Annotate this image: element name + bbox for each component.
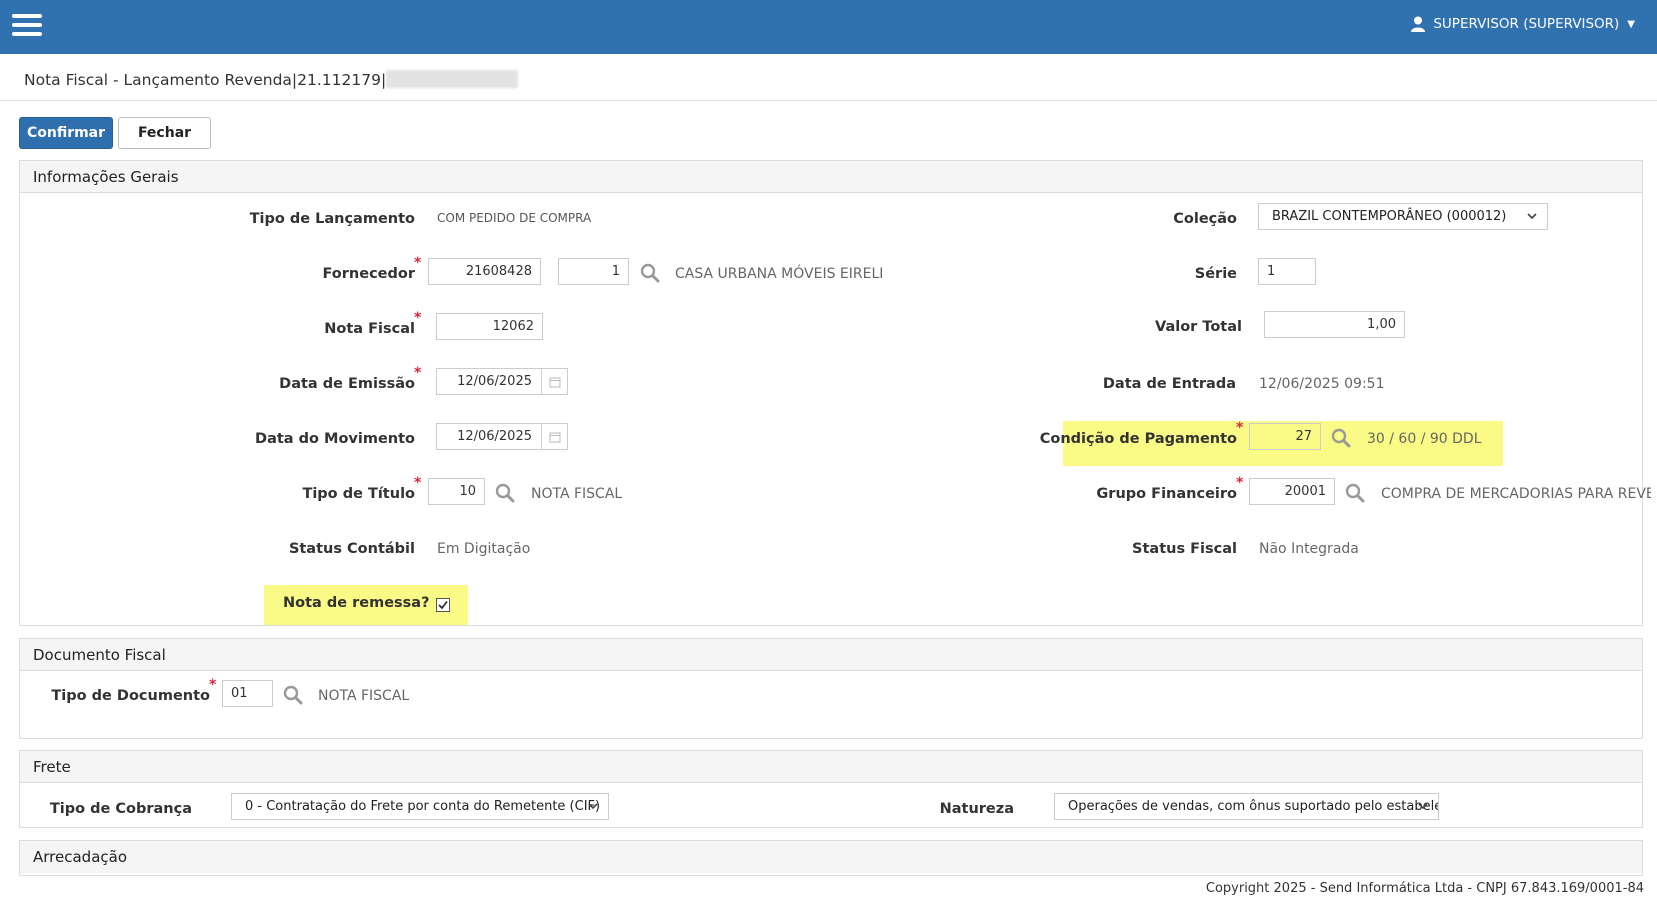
data-movimento-label: Data do Movimento [255, 431, 415, 447]
caret-down-icon: ▼ [1627, 18, 1635, 30]
required-marker: * [414, 255, 422, 271]
calendar-icon[interactable] [541, 424, 567, 449]
condicao-label: Condição de Pagamento [1039, 431, 1237, 447]
data-movimento-input[interactable]: 12/06/2025 [436, 423, 568, 450]
search-icon[interactable] [640, 263, 660, 283]
chevron-down-icon [1527, 213, 1537, 220]
required-marker: * [1236, 420, 1244, 436]
data-emissao-input[interactable]: 12/06/2025 [436, 368, 568, 395]
colecao-label: Coleção [1173, 211, 1237, 227]
tipo-lancamento-label: Tipo de Lançamento [249, 211, 415, 227]
user-menu[interactable]: SUPERVISOR (SUPERVISOR) ▼ [1411, 16, 1635, 32]
search-icon[interactable] [1331, 428, 1351, 448]
fornecedor-name: CASA URBANA MÓVEIS EIRELI [675, 266, 884, 282]
tipo-titulo-label: Tipo de Título [302, 486, 415, 502]
check-icon [438, 601, 448, 610]
chevron-down-icon [1418, 803, 1428, 810]
fornecedor-seq-input[interactable]: 1 [558, 258, 629, 285]
hamburger-icon[interactable] [12, 14, 42, 36]
arrecadacao-panel[interactable]: Arrecadação [19, 840, 1643, 876]
page-header: Nota Fiscal - Lançamento Revenda|21.1121… [0, 54, 1657, 101]
required-marker: * [414, 475, 422, 491]
valor-total-label: Valor Total [1155, 319, 1242, 335]
search-icon[interactable] [283, 685, 303, 705]
tipo-documento-input[interactable]: 01 [222, 680, 273, 707]
grupo-financeiro-desc: COMPRA DE MERCADORIAS PARA REVENDA [1381, 486, 1651, 502]
tipo-cobranca-select[interactable]: 0 - Contratação do Frete por conta do Re… [231, 793, 609, 820]
valor-total-input[interactable]: 1,00 [1264, 311, 1405, 338]
data-entrada-label: Data de Entrada [1102, 376, 1236, 392]
nota-remessa-label: Nota de remessa? [283, 595, 430, 611]
natureza-label: Natureza [939, 801, 1014, 817]
condicao-input[interactable]: 27 [1249, 423, 1321, 450]
frete-title: Frete [20, 751, 1642, 783]
arrecadacao-title: Arrecadação [20, 841, 1642, 873]
confirm-button[interactable]: Confirmar [19, 117, 113, 149]
search-icon[interactable] [1345, 483, 1365, 503]
top-navbar: SUPERVISOR (SUPERVISOR) ▼ [0, 0, 1657, 54]
status-contabil-value: Em Digitação [437, 541, 531, 557]
documento-fiscal-title: Documento Fiscal [20, 639, 1642, 671]
general-info-title: Informações Gerais [20, 161, 1642, 193]
required-marker: * [414, 365, 422, 381]
status-contabil-label: Status Contábil [288, 541, 415, 557]
chevron-down-icon [588, 803, 598, 810]
fornecedor-label: Fornecedor [322, 266, 415, 282]
status-fiscal-value: Não Integrada [1259, 541, 1359, 557]
data-emissao-label: Data de Emissão [279, 376, 415, 392]
condicao-desc: 30 / 60 / 90 DDL [1367, 431, 1482, 447]
data-entrada-value: 12/06/2025 09:51 [1259, 376, 1385, 392]
nota-remessa-checkbox[interactable] [436, 598, 450, 612]
tipo-documento-desc: NOTA FISCAL [318, 688, 410, 704]
colecao-select[interactable]: BRAZIL CONTEMPORÂNEO (000012) [1258, 203, 1548, 230]
copyright-footer: Copyright 2025 - Send Informática Ltda -… [1205, 881, 1644, 896]
redacted-text [386, 70, 519, 88]
nota-fiscal-label: Nota Fiscal [324, 321, 415, 337]
tipo-titulo-input[interactable]: 10 [428, 478, 485, 505]
required-marker: * [209, 677, 217, 693]
page-title: Nota Fiscal - Lançamento Revenda|21.1121… [24, 70, 519, 89]
grupo-financeiro-label: Grupo Financeiro [1096, 486, 1237, 502]
tipo-lancamento-value: COM PEDIDO DE COMPRA [437, 211, 592, 225]
search-icon[interactable] [495, 483, 515, 503]
required-marker: * [1236, 475, 1244, 491]
status-fiscal-label: Status Fiscal [1132, 541, 1237, 557]
user-icon [1411, 16, 1426, 32]
tipo-cobranca-label: Tipo de Cobrança [49, 801, 192, 817]
nota-fiscal-input[interactable]: 12062 [436, 313, 543, 340]
serie-label: Série [1194, 266, 1237, 282]
natureza-select[interactable]: Operações de vendas, com ônus suportado … [1054, 793, 1439, 820]
tipo-documento-label: Tipo de Documento [51, 688, 210, 704]
user-name: SUPERVISOR (SUPERVISOR) [1433, 16, 1620, 32]
serie-input[interactable]: 1 [1258, 258, 1316, 285]
fornecedor-code-input[interactable]: 21608428 [428, 258, 541, 285]
required-marker: * [414, 310, 422, 326]
tipo-titulo-desc: NOTA FISCAL [531, 486, 623, 502]
calendar-icon[interactable] [541, 369, 567, 394]
close-button[interactable]: Fechar [118, 117, 211, 149]
grupo-financeiro-input[interactable]: 20001 [1249, 478, 1335, 505]
